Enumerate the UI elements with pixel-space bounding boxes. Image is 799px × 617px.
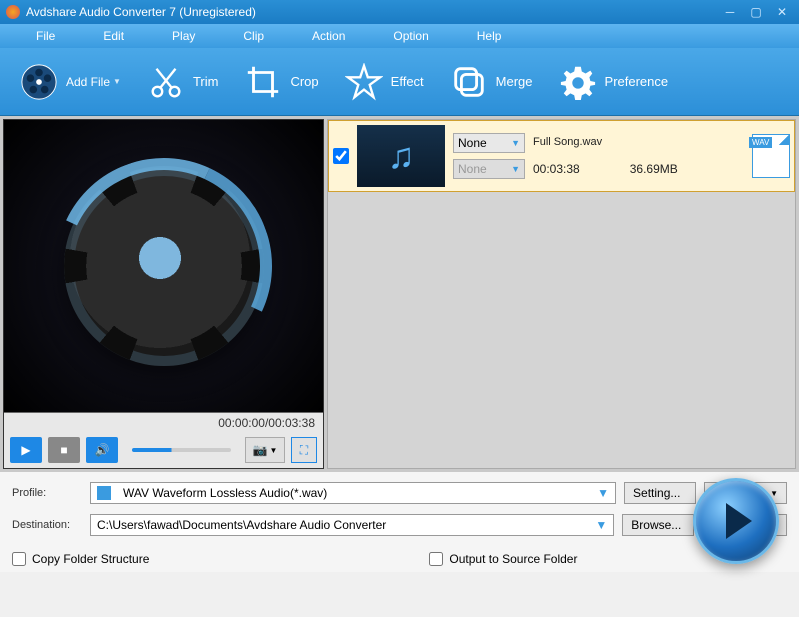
window-title: Avdshare Audio Converter 7 (Unregistered… bbox=[26, 5, 715, 19]
close-button[interactable]: ✕ bbox=[771, 4, 793, 20]
format-badge: WAV bbox=[749, 137, 772, 148]
file-format-icon: WAV bbox=[752, 134, 790, 178]
copy-folder-checkbox[interactable]: Copy Folder Structure bbox=[12, 552, 149, 566]
main-area: 00:00:00 / 00:03:38 ▶ ■ 🔊 📷▼ ⛶ ♫ None▼ N… bbox=[0, 116, 799, 472]
player-controls: ▶ ■ 🔊 📷▼ ⛶ bbox=[4, 432, 323, 468]
profile-value: WAV Waveform Lossless Audio(*.wav) bbox=[123, 486, 327, 500]
toolbar: Add File▼ Trim Crop Effect Merge Prefere… bbox=[0, 48, 799, 116]
chevron-down-icon: ▼ bbox=[595, 518, 607, 532]
trim-button[interactable]: Trim bbox=[137, 61, 227, 103]
effect-label: Effect bbox=[391, 74, 424, 89]
crop-label: Crop bbox=[290, 74, 318, 89]
preview-viewport bbox=[4, 120, 323, 412]
destination-value: C:\Users\fawad\Documents\Avdshare Audio … bbox=[97, 518, 386, 532]
menu-file[interactable]: File bbox=[12, 29, 79, 43]
browse-button[interactable]: Browse... bbox=[622, 514, 694, 536]
menubar: File Edit Play Clip Action Option Help bbox=[0, 24, 799, 48]
fullscreen-button[interactable]: ⛶ bbox=[291, 437, 317, 463]
effect-button[interactable]: Effect bbox=[335, 61, 432, 103]
profile-combo[interactable]: WAV Waveform Lossless Audio(*.wav) ▼ bbox=[90, 482, 616, 504]
scissors-icon bbox=[145, 61, 187, 103]
minimize-button[interactable]: ─ bbox=[719, 4, 741, 20]
app-logo-icon bbox=[6, 5, 20, 19]
file-prop-select-2[interactable]: None▼ bbox=[453, 159, 525, 179]
add-file-button[interactable]: Add File▼ bbox=[10, 61, 129, 103]
star-icon bbox=[343, 61, 385, 103]
time-current: 00:00:00 bbox=[218, 416, 265, 430]
file-item[interactable]: ♫ None▼ None▼ Full Song.wav 00:03:38 36.… bbox=[328, 120, 795, 192]
file-name: Full Song.wav bbox=[533, 136, 744, 148]
play-icon bbox=[726, 503, 752, 539]
preference-label: Preference bbox=[605, 74, 669, 89]
file-list: ♫ None▼ None▼ Full Song.wav 00:03:38 36.… bbox=[327, 119, 796, 469]
crop-button[interactable]: Crop bbox=[234, 61, 326, 103]
reel-placeholder-icon bbox=[64, 166, 264, 366]
menu-edit[interactable]: Edit bbox=[79, 29, 148, 43]
file-prop-select-1[interactable]: None▼ bbox=[453, 133, 525, 153]
chevron-down-icon: ▼ bbox=[113, 77, 121, 86]
file-checkbox[interactable] bbox=[333, 148, 349, 164]
menu-clip[interactable]: Clip bbox=[219, 29, 288, 43]
setting-button[interactable]: Setting... bbox=[624, 482, 696, 504]
merge-label: Merge bbox=[496, 74, 533, 89]
snapshot-button[interactable]: 📷▼ bbox=[245, 437, 285, 463]
output-source-checkbox[interactable]: Output to Source Folder bbox=[429, 552, 577, 566]
film-reel-icon bbox=[18, 61, 60, 103]
volume-slider[interactable] bbox=[132, 448, 231, 452]
merge-button[interactable]: Merge bbox=[440, 61, 541, 103]
merge-icon bbox=[448, 61, 490, 103]
chevron-down-icon: ▼ bbox=[511, 164, 520, 174]
profile-label: Profile: bbox=[12, 487, 82, 499]
profile-format-icon bbox=[97, 486, 111, 500]
file-duration: 00:03:38 bbox=[533, 162, 580, 176]
chevron-down-icon: ▼ bbox=[597, 486, 609, 500]
destination-label: Destination: bbox=[12, 519, 82, 531]
trim-label: Trim bbox=[193, 74, 219, 89]
convert-button[interactable] bbox=[693, 478, 779, 564]
file-props: None▼ None▼ bbox=[453, 133, 525, 179]
destination-combo[interactable]: C:\Users\fawad\Documents\Avdshare Audio … bbox=[90, 514, 614, 536]
menu-play[interactable]: Play bbox=[148, 29, 219, 43]
volume-button[interactable]: 🔊 bbox=[86, 437, 118, 463]
gear-icon bbox=[557, 61, 599, 103]
stop-button[interactable]: ■ bbox=[48, 437, 80, 463]
output-panel: Profile: WAV Waveform Lossless Audio(*.w… bbox=[0, 472, 799, 572]
file-thumbnail: ♫ bbox=[357, 125, 445, 187]
maximize-button[interactable]: ▢ bbox=[745, 4, 767, 20]
time-total: 00:03:38 bbox=[268, 416, 315, 430]
menu-help[interactable]: Help bbox=[453, 29, 526, 43]
time-display: 00:00:00 / 00:03:38 bbox=[4, 412, 323, 432]
add-file-label: Add File bbox=[66, 75, 110, 89]
preference-button[interactable]: Preference bbox=[549, 61, 677, 103]
crop-icon bbox=[242, 61, 284, 103]
titlebar: Avdshare Audio Converter 7 (Unregistered… bbox=[0, 0, 799, 24]
menu-option[interactable]: Option bbox=[369, 29, 452, 43]
file-size: 36.69MB bbox=[630, 162, 678, 176]
menu-action[interactable]: Action bbox=[288, 29, 369, 43]
preview-panel: 00:00:00 / 00:03:38 ▶ ■ 🔊 📷▼ ⛶ bbox=[3, 119, 324, 469]
play-button[interactable]: ▶ bbox=[10, 437, 42, 463]
file-info: Full Song.wav 00:03:38 36.69MB bbox=[533, 132, 744, 180]
chevron-down-icon: ▼ bbox=[511, 138, 520, 148]
